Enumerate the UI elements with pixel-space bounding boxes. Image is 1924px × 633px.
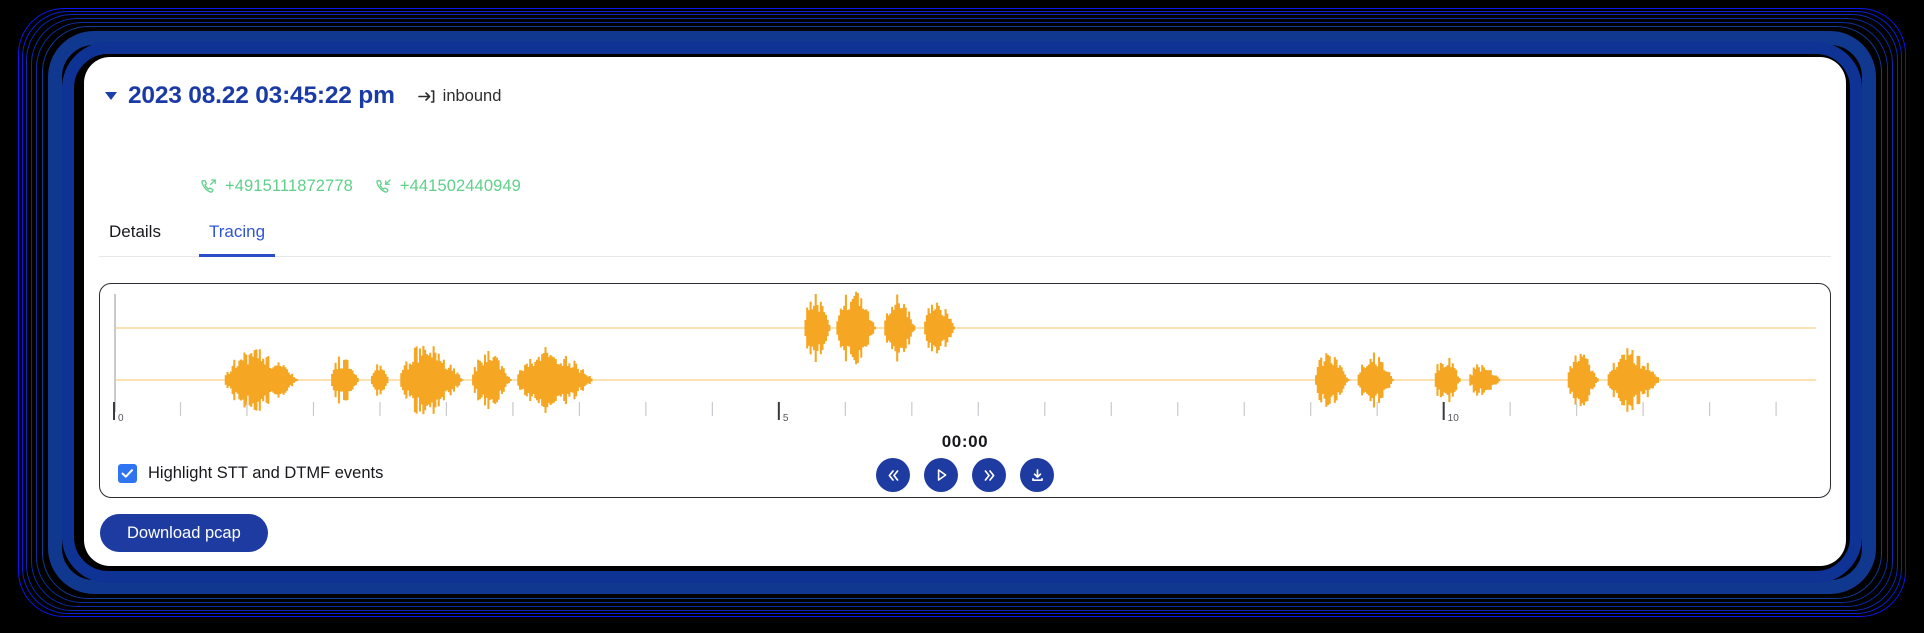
phone-outgoing-icon: [201, 179, 216, 193]
timecode-display: 00:00: [941, 432, 989, 451]
checkmark-icon: [121, 469, 133, 478]
forward-button[interactable]: [972, 458, 1006, 492]
call-direction-label: inbound: [442, 86, 502, 105]
screen-root: 2023 08.22 03:45:22 pm inbound +49151118…: [0, 0, 1924, 633]
highlight-events-label: Highlight STT and DTMF events: [148, 464, 384, 482]
rewind-button[interactable]: [876, 458, 910, 492]
highlight-events-checkbox[interactable]: [118, 464, 137, 483]
ruler-tick-label: 0: [118, 413, 124, 424]
double-chevron-right-icon: [984, 469, 994, 481]
download-pcap-button[interactable]: Download pcap: [100, 514, 268, 552]
tab-details[interactable]: Details: [99, 222, 171, 257]
ruler-tick-label: 10: [1448, 413, 1460, 424]
play-button[interactable]: [924, 458, 958, 492]
arrow-into-bracket-icon: [417, 89, 435, 103]
time-ruler-svg: 0 5 10: [113, 402, 1777, 424]
transport-controls: 00:00: [100, 432, 1830, 492]
tab-bar: Details Tracing: [99, 222, 1831, 257]
call-numbers: +4915111872778 +441502440949: [200, 177, 521, 196]
transport-button-row: [876, 458, 1054, 492]
ruler-tick-label: 5: [783, 413, 789, 424]
playhead-cursor[interactable]: [114, 294, 117, 412]
page-title: 2023 08.22 03:45:22 pm: [128, 82, 395, 109]
callee-number-text: +441502440949: [399, 177, 521, 195]
time-ruler[interactable]: 0 5 10: [100, 396, 1830, 426]
tracing-panel: 0 5 10 00:00 Highlight STT and DTMF even…: [99, 283, 1831, 498]
download-tray-icon: [1031, 468, 1043, 481]
caret-down-icon[interactable]: [105, 92, 117, 100]
tab-tracing[interactable]: Tracing: [198, 222, 276, 257]
callee-number: +441502440949: [375, 177, 521, 196]
caller-number-text: +4915111872778: [225, 177, 353, 195]
download-audio-button[interactable]: [1020, 458, 1054, 492]
phone-incoming-icon: [376, 179, 391, 193]
double-chevron-left-icon: [888, 469, 898, 481]
highlight-events-row[interactable]: Highlight STT and DTMF events: [118, 464, 383, 483]
call-detail-card: 2023 08.22 03:45:22 pm inbound +49151118…: [84, 57, 1846, 566]
play-triangle-icon: [937, 469, 946, 481]
call-header: 2023 08.22 03:45:22 pm inbound: [105, 82, 501, 110]
caller-number: +4915111872778: [200, 177, 353, 196]
call-direction: inbound: [417, 86, 502, 106]
